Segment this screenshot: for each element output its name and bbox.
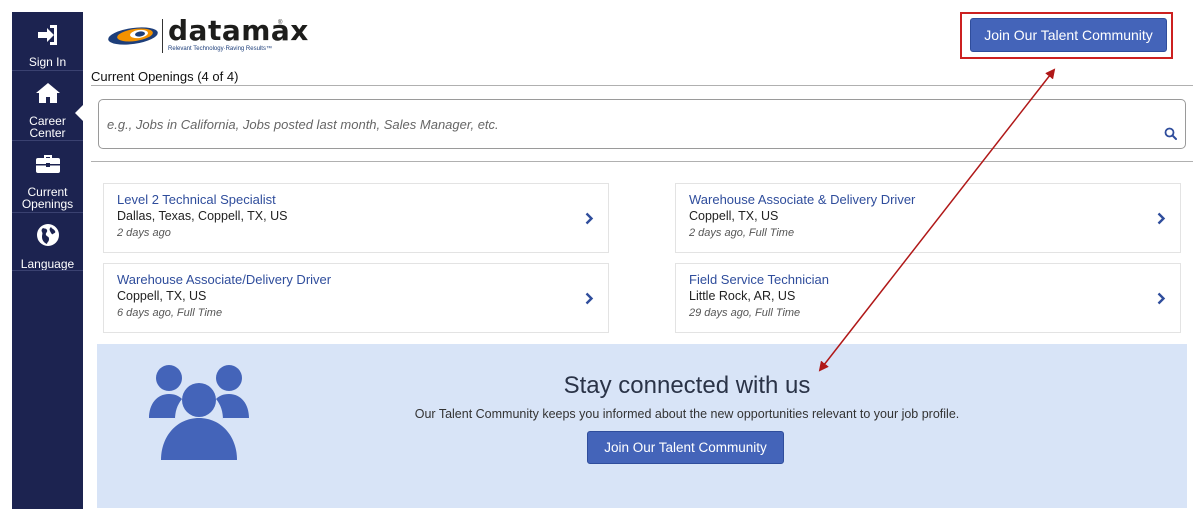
sidebar-item-label: Current Openings — [21, 185, 74, 211]
sidebar-item-current-openings[interactable]: Current Openings — [12, 148, 83, 210]
briefcase-icon — [35, 148, 61, 178]
home-icon — [35, 78, 61, 108]
sidebar-nav: Sign In Career Center Current Openings L… — [12, 12, 83, 509]
job-title[interactable]: Warehouse Associate/Delivery Driver — [117, 272, 331, 287]
job-location: Dallas, Texas, Coppell, TX, US — [117, 209, 288, 223]
job-card[interactable]: Level 2 Technical Specialist Dallas, Tex… — [103, 183, 609, 253]
talent-community-heading: Stay connected with us — [563, 372, 811, 399]
sidebar-divider — [12, 140, 83, 141]
job-location: Little Rock, AR, US — [689, 289, 796, 303]
openings-count-heading: Current Openings (4 of 4) — [91, 69, 239, 84]
job-search-input[interactable] — [107, 111, 1147, 137]
chevron-right-icon[interactable] — [585, 292, 594, 310]
logo-tagline: Relevant Technology·Raving Results™ — [168, 46, 272, 52]
sidebar-item-label: Sign In — [28, 55, 67, 69]
divider — [91, 161, 1193, 162]
sidebar-item-language[interactable]: Language — [12, 220, 83, 270]
job-card[interactable]: Warehouse Associate/Delivery Driver Copp… — [103, 263, 609, 333]
job-meta: 29 days ago, Full Time — [689, 307, 801, 319]
job-title[interactable]: Level 2 Technical Specialist — [117, 192, 276, 207]
job-meta: 2 days ago — [117, 227, 171, 239]
sidebar-divider — [12, 270, 83, 271]
talent-community-panel: Stay connected with us Our Talent Commun… — [97, 344, 1187, 508]
join-talent-community-button[interactable]: Join Our Talent Community — [587, 431, 784, 464]
logo-registered-mark: ® — [278, 20, 283, 26]
job-search-box — [98, 99, 1186, 149]
sidebar-item-label: Language — [20, 257, 75, 271]
job-card[interactable]: Field Service Technician Little Rock, AR… — [675, 263, 1181, 333]
job-meta: 6 days ago, Full Time — [117, 307, 223, 319]
join-talent-community-header-button[interactable]: Join Our Talent Community — [970, 18, 1167, 52]
job-title[interactable]: Field Service Technician — [689, 272, 829, 287]
job-meta: 2 days ago, Full Time — [689, 227, 795, 239]
logo-wordmark: datamax — [168, 14, 309, 47]
job-title[interactable]: Warehouse Associate & Delivery Driver — [689, 192, 915, 207]
job-card[interactable]: Warehouse Associate & Delivery Driver Co… — [675, 183, 1181, 253]
datamax-logo[interactable]: datamax ® Relevant Technology·Raving Res… — [106, 15, 308, 54]
job-location: Coppell, TX, US — [117, 289, 207, 303]
sidebar-item-career-center[interactable]: Career Center — [12, 78, 83, 139]
divider — [91, 85, 1193, 86]
chevron-right-icon[interactable] — [585, 212, 594, 230]
chevron-right-icon[interactable] — [1157, 212, 1166, 230]
sidebar-divider — [12, 70, 83, 71]
job-location: Coppell, TX, US — [689, 209, 779, 223]
talent-community-description: Our Talent Community keeps you informed … — [414, 407, 960, 421]
search-icon[interactable] — [1164, 127, 1177, 145]
globe-icon — [36, 220, 60, 250]
logo-divider — [162, 19, 163, 53]
chevron-right-icon[interactable] — [1157, 292, 1166, 310]
sidebar-item-label: Career Center — [29, 114, 66, 140]
sidebar-item-sign-in[interactable]: Sign In — [12, 20, 83, 68]
sidebar-divider — [12, 212, 83, 213]
sign-in-icon — [36, 20, 60, 50]
active-indicator — [75, 105, 83, 121]
logo-swoosh-icon — [108, 27, 158, 45]
